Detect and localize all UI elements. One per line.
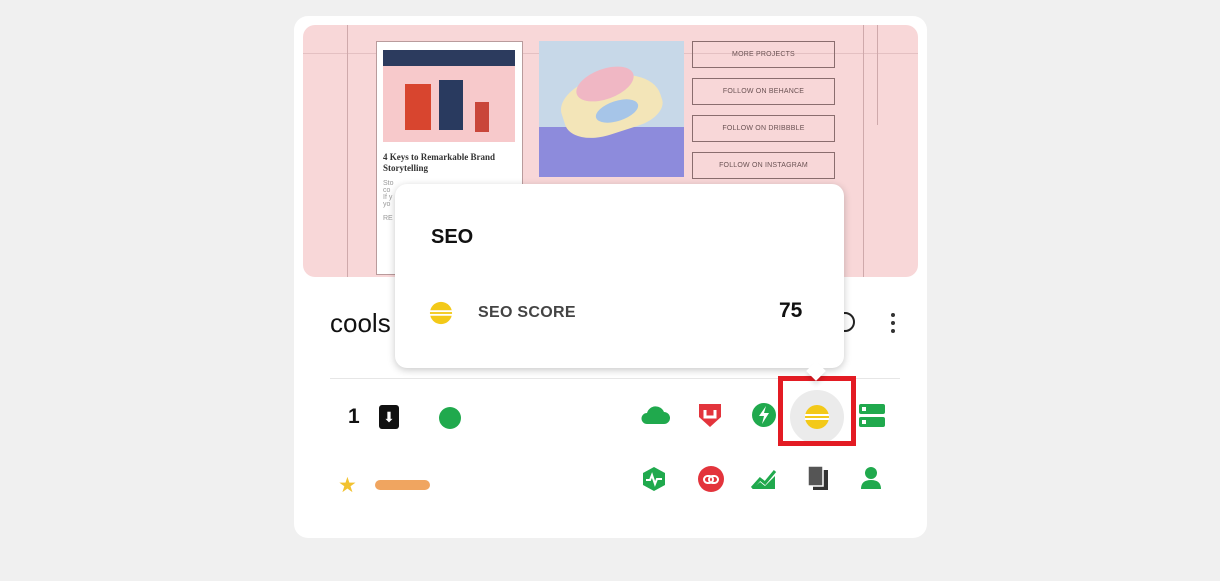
link-icon[interactable] (697, 465, 725, 493)
seo-score-label: SEO SCORE (478, 304, 576, 321)
bolt-icon[interactable] (751, 402, 777, 428)
site-title[interactable]: cools (330, 308, 391, 339)
sneaker-image (539, 41, 684, 177)
user-icon[interactable] (860, 466, 882, 490)
server-icon[interactable] (859, 404, 885, 428)
more-projects-button: MORE PROJECTS (692, 41, 835, 68)
follow-instagram-button: FOLLOW ON INSTAGRAM (692, 152, 835, 179)
activity-icon[interactable] (642, 466, 666, 492)
follow-dribbble-button: FOLLOW ON DRIBBBLE (692, 115, 835, 142)
blog-post-title: 4 Keys to Remarkable Brand Storytelling (383, 152, 495, 173)
seo-score-value: 75 (779, 299, 803, 322)
seo-tooltip: SEO SEO SCORE 75 (395, 184, 844, 381)
star-icon[interactable]: ★ (338, 473, 357, 498)
chart-icon[interactable] (751, 466, 777, 490)
seo-score-icon (429, 301, 453, 330)
follow-behance-button: FOLLOW ON BEHANCE (692, 78, 835, 105)
more-options-icon[interactable] (890, 313, 896, 337)
seo-icon[interactable] (804, 404, 830, 430)
pages-icon[interactable] (807, 465, 829, 491)
tooltip-heading: SEO (431, 226, 474, 248)
leaf-icon[interactable] (439, 407, 461, 429)
shield-icon[interactable] (696, 401, 724, 429)
cloud-icon[interactable] (639, 404, 671, 426)
download-icon[interactable]: ⬇ (379, 405, 399, 429)
download-count: 1 (348, 405, 360, 428)
status-pill (375, 480, 430, 490)
